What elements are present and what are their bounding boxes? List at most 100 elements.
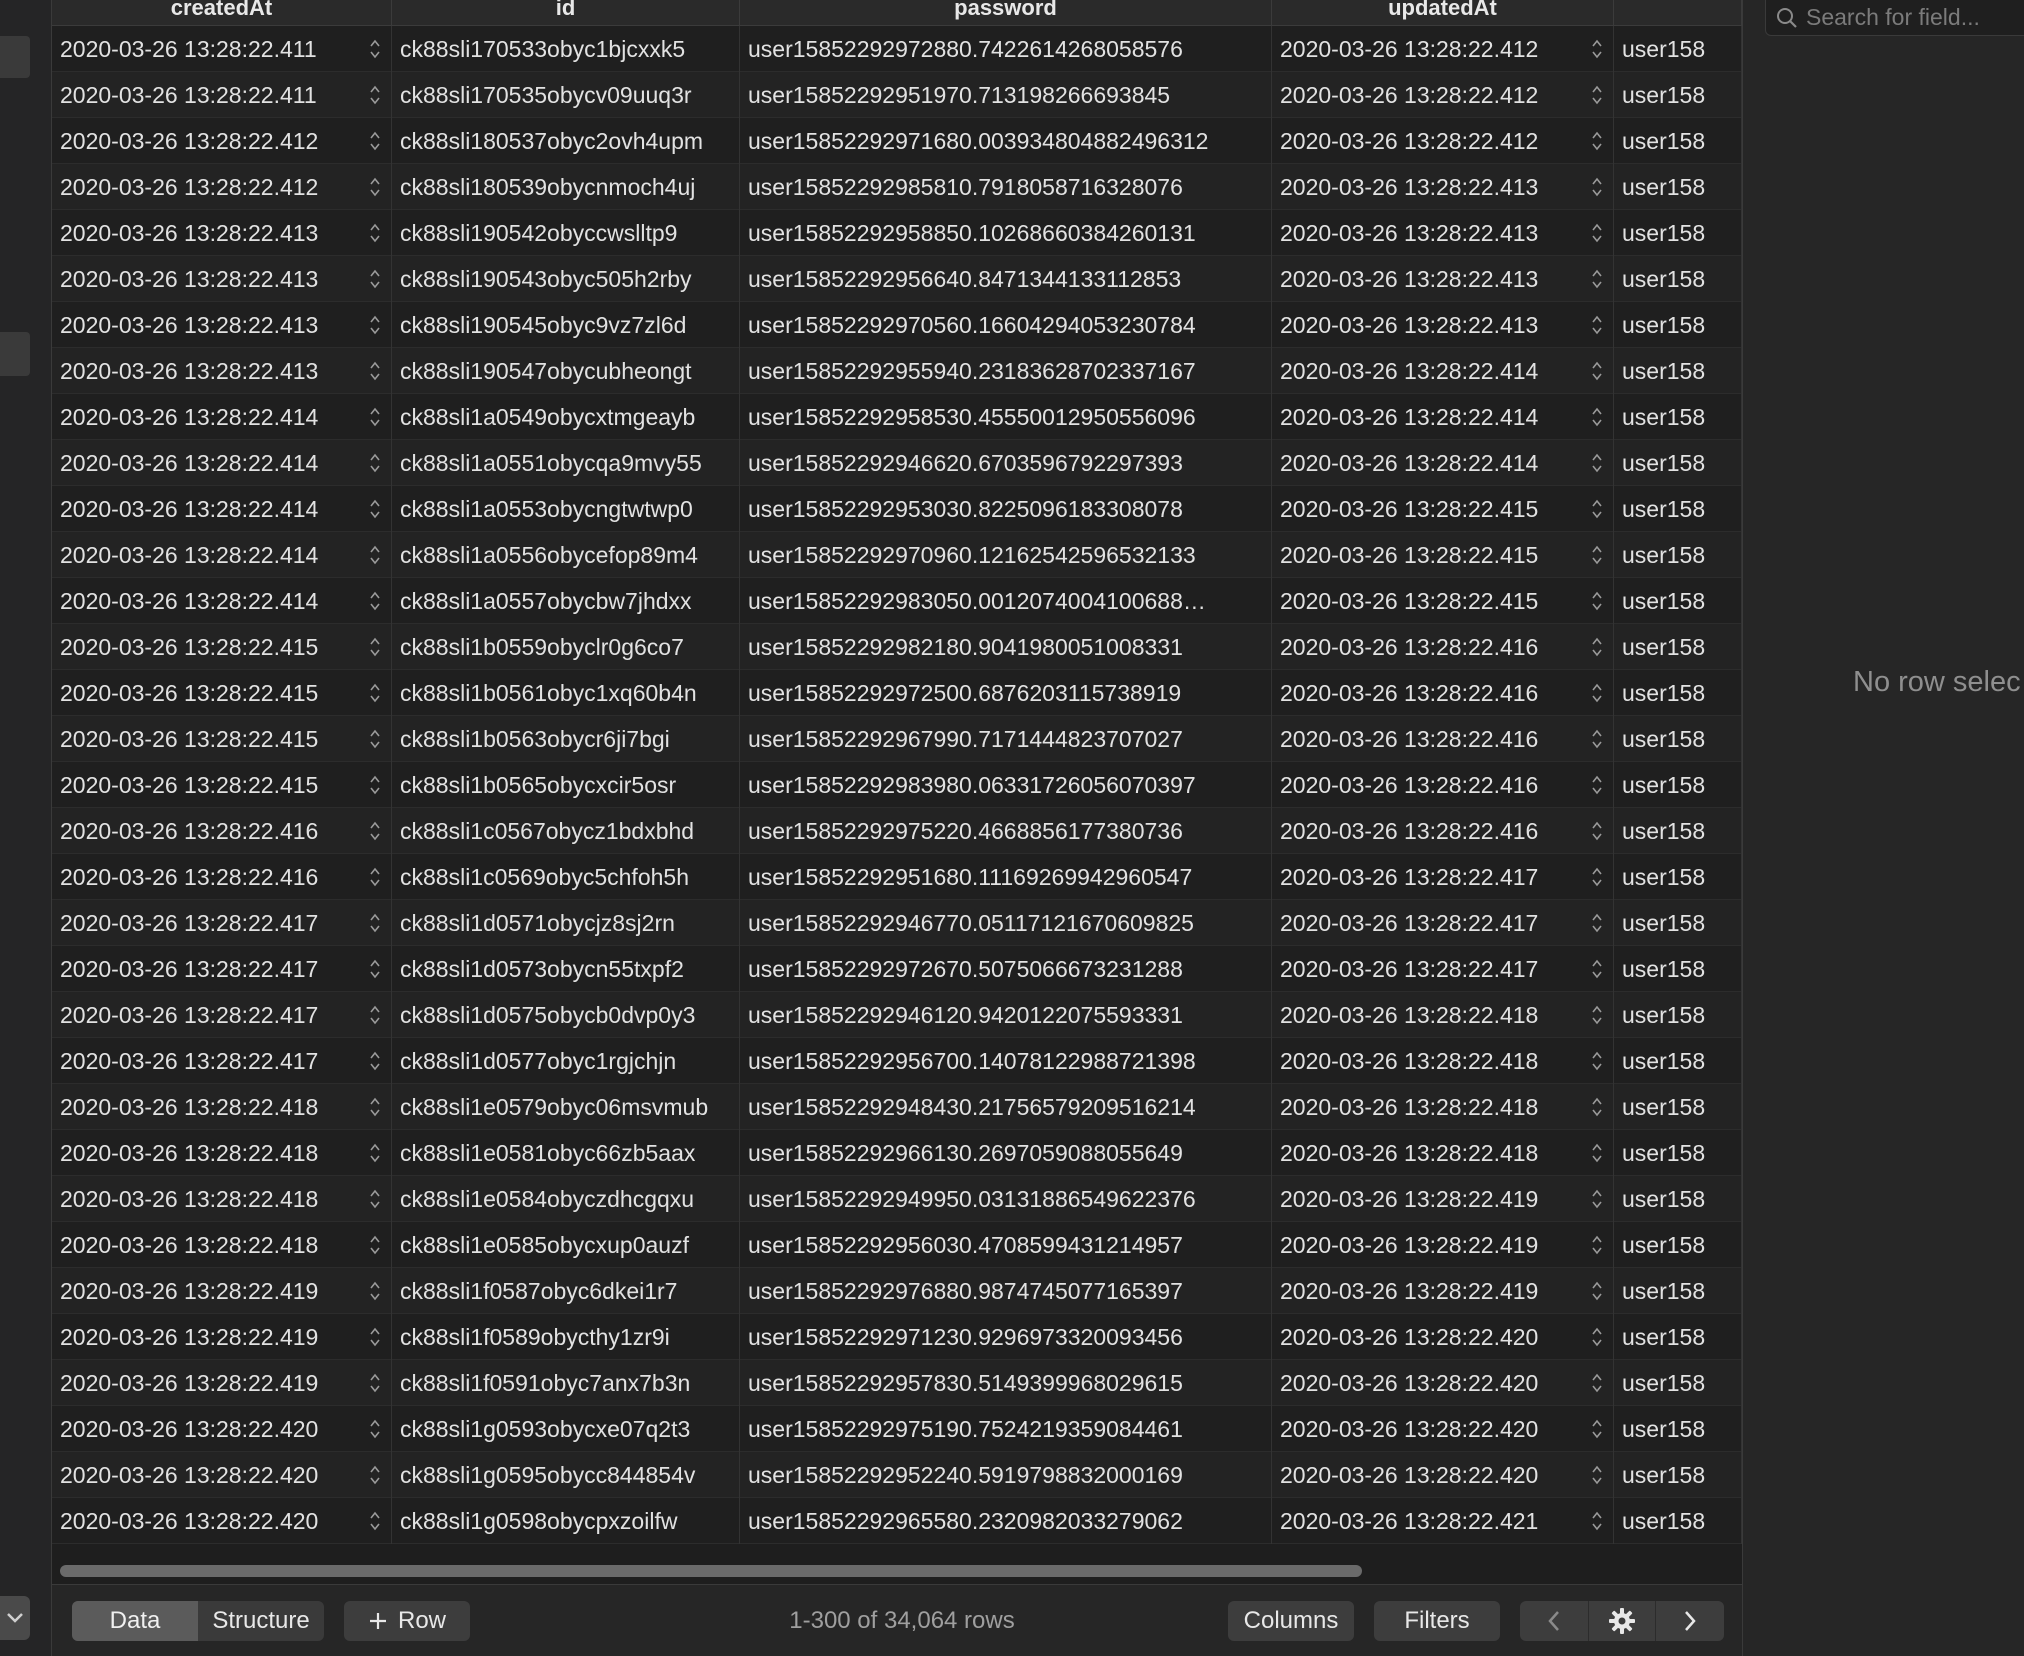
table-row[interactable]: 2020-03-26 13:28:22.414 ck88sli1a0553obyc… <box>52 486 1742 532</box>
cell-createdAt[interactable]: 2020-03-26 13:28:22.413 <box>52 256 392 302</box>
cell-username[interactable]: user158 <box>1614 532 1742 578</box>
cell-updatedAt[interactable]: 2020-03-26 13:28:22.416 <box>1272 808 1614 854</box>
cell-createdAt[interactable]: 2020-03-26 13:28:22.414 <box>52 532 392 578</box>
cell-password[interactable]: user15852292951970.713198266693845 <box>740 72 1272 118</box>
cell-id[interactable]: ck88sli180537obyc2ovh4upm <box>392 118 740 164</box>
cell-createdAt[interactable]: 2020-03-26 13:28:22.414 <box>52 394 392 440</box>
datetime-stepper-icon[interactable] <box>1590 82 1604 108</box>
cell-id[interactable]: ck88sli1f0587obyc6dkei1r7 <box>392 1268 740 1314</box>
tab-data[interactable]: Data <box>72 1601 198 1641</box>
datetime-stepper-icon[interactable] <box>1590 358 1604 384</box>
cell-username[interactable]: user158 <box>1614 1084 1742 1130</box>
table-row[interactable]: 2020-03-26 13:28:22.413 ck88sli190545obyc… <box>52 302 1742 348</box>
datetime-stepper-icon[interactable] <box>368 266 382 292</box>
table-row[interactable]: 2020-03-26 13:28:22.417 ck88sli1d0573obyc… <box>52 946 1742 992</box>
cell-updatedAt[interactable]: 2020-03-26 13:28:22.418 <box>1272 1084 1614 1130</box>
cell-id[interactable]: ck88sli1a0556obycefop89m4 <box>392 532 740 578</box>
cell-password[interactable]: user15852292956700.14078122988721398 <box>740 1038 1272 1084</box>
cell-createdAt[interactable]: 2020-03-26 13:28:22.419 <box>52 1360 392 1406</box>
cell-username[interactable]: user158 <box>1614 1176 1742 1222</box>
datetime-stepper-icon[interactable] <box>1590 818 1604 844</box>
table-row[interactable]: 2020-03-26 13:28:22.420 ck88sli1g0593obyc… <box>52 1406 1742 1452</box>
cell-updatedAt[interactable]: 2020-03-26 13:28:22.415 <box>1272 578 1614 624</box>
cell-password[interactable]: user15852292946120.9420122075593331 <box>740 992 1272 1038</box>
cell-updatedAt[interactable]: 2020-03-26 13:28:22.420 <box>1272 1314 1614 1360</box>
cell-updatedAt[interactable]: 2020-03-26 13:28:22.414 <box>1272 440 1614 486</box>
cell-createdAt[interactable]: 2020-03-26 13:28:22.418 <box>52 1176 392 1222</box>
table-row[interactable]: 2020-03-26 13:28:22.420 ck88sli1g0595obyc… <box>52 1452 1742 1498</box>
cell-createdAt[interactable]: 2020-03-26 13:28:22.420 <box>52 1498 392 1544</box>
datetime-stepper-icon[interactable] <box>1590 1508 1604 1534</box>
cell-createdAt[interactable]: 2020-03-26 13:28:22.412 <box>52 118 392 164</box>
columns-button[interactable]: Columns <box>1228 1601 1354 1641</box>
cell-updatedAt[interactable]: 2020-03-26 13:28:22.418 <box>1272 1130 1614 1176</box>
datetime-stepper-icon[interactable] <box>1590 772 1604 798</box>
cell-id[interactable]: ck88sli1a0553obycngtwtwp0 <box>392 486 740 532</box>
table-row[interactable]: 2020-03-26 13:28:22.411 ck88sli170533obyc… <box>52 26 1742 72</box>
cell-createdAt[interactable]: 2020-03-26 13:28:22.420 <box>52 1406 392 1452</box>
table-row[interactable]: 2020-03-26 13:28:22.419 ck88sli1f0587obyc… <box>52 1268 1742 1314</box>
horizontal-scrollbar[interactable] <box>60 1565 1362 1577</box>
cell-id[interactable]: ck88sli190547obycubheongt <box>392 348 740 394</box>
datetime-stepper-icon[interactable] <box>1590 220 1604 246</box>
cell-username[interactable]: user158 <box>1614 670 1742 716</box>
datetime-stepper-icon[interactable] <box>1590 450 1604 476</box>
datetime-stepper-icon[interactable] <box>368 1002 382 1028</box>
next-page-button[interactable] <box>1656 1601 1724 1641</box>
table-row[interactable]: 2020-03-26 13:28:22.413 ck88sli190542obyc… <box>52 210 1742 256</box>
cell-id[interactable]: ck88sli1e0584obyczdhcgqxu <box>392 1176 740 1222</box>
cell-username[interactable]: user158 <box>1614 348 1742 394</box>
table-row[interactable]: 2020-03-26 13:28:22.419 ck88sli1f0589obyc… <box>52 1314 1742 1360</box>
datetime-stepper-icon[interactable] <box>368 956 382 982</box>
cell-password[interactable]: user15852292956640.8471344133112853 <box>740 256 1272 302</box>
cell-createdAt[interactable]: 2020-03-26 13:28:22.418 <box>52 1130 392 1176</box>
cell-username[interactable]: user158 <box>1614 164 1742 210</box>
cell-id[interactable]: ck88sli1d0573obycn55txpf2 <box>392 946 740 992</box>
column-header-createdAt[interactable]: createdAt <box>52 0 392 26</box>
cell-createdAt[interactable]: 2020-03-26 13:28:22.417 <box>52 992 392 1038</box>
prev-page-button[interactable] <box>1520 1601 1588 1641</box>
cell-updatedAt[interactable]: 2020-03-26 13:28:22.416 <box>1272 762 1614 808</box>
cell-createdAt[interactable]: 2020-03-26 13:28:22.417 <box>52 900 392 946</box>
datetime-stepper-icon[interactable] <box>1590 1048 1604 1074</box>
cell-id[interactable]: ck88sli1b0561obyc1xq60b4n <box>392 670 740 716</box>
cell-username[interactable]: user158 <box>1614 440 1742 486</box>
cell-createdAt[interactable]: 2020-03-26 13:28:22.412 <box>52 164 392 210</box>
cell-username[interactable]: user158 <box>1614 1452 1742 1498</box>
datetime-stepper-icon[interactable] <box>368 1232 382 1258</box>
cell-username[interactable]: user158 <box>1614 1222 1742 1268</box>
cell-password[interactable]: user15852292946770.05117121670609825 <box>740 900 1272 946</box>
cell-updatedAt[interactable]: 2020-03-26 13:28:22.419 <box>1272 1222 1614 1268</box>
cell-updatedAt[interactable]: 2020-03-26 13:28:22.416 <box>1272 624 1614 670</box>
datetime-stepper-icon[interactable] <box>1590 404 1604 430</box>
cell-password[interactable]: user15852292985810.7918058716328076 <box>740 164 1272 210</box>
cell-username[interactable]: user158 <box>1614 854 1742 900</box>
cell-id[interactable]: ck88sli1b0565obycxcir5osr <box>392 762 740 808</box>
cell-id[interactable]: ck88sli1e0585obycxup0auzf <box>392 1222 740 1268</box>
cell-updatedAt[interactable]: 2020-03-26 13:28:22.415 <box>1272 532 1614 578</box>
cell-password[interactable]: user15852292970960.12162542596532133 <box>740 532 1272 578</box>
cell-updatedAt[interactable]: 2020-03-26 13:28:22.417 <box>1272 946 1614 992</box>
datetime-stepper-icon[interactable] <box>368 358 382 384</box>
datetime-stepper-icon[interactable] <box>368 312 382 338</box>
cell-updatedAt[interactable]: 2020-03-26 13:28:22.412 <box>1272 72 1614 118</box>
column-header-updatedAt[interactable]: updatedAt <box>1272 0 1614 26</box>
cell-password[interactable]: user15852292983980.06331726056070397 <box>740 762 1272 808</box>
cell-username[interactable]: user158 <box>1614 256 1742 302</box>
datetime-stepper-icon[interactable] <box>368 1278 382 1304</box>
cell-password[interactable]: user15852292971230.9296973320093456 <box>740 1314 1272 1360</box>
datetime-stepper-icon[interactable] <box>368 1186 382 1212</box>
cell-id[interactable]: ck88sli190542obyccwslltp9 <box>392 210 740 256</box>
cell-username[interactable]: user158 <box>1614 302 1742 348</box>
cell-id[interactable]: ck88sli1d0577obyc1rgjchjn <box>392 1038 740 1084</box>
cell-createdAt[interactable]: 2020-03-26 13:28:22.420 <box>52 1452 392 1498</box>
table-row[interactable]: 2020-03-26 13:28:22.418 ck88sli1e0584obyc… <box>52 1176 1742 1222</box>
table-row[interactable]: 2020-03-26 13:28:22.412 ck88sli180537obyc… <box>52 118 1742 164</box>
cell-username[interactable]: user158 <box>1614 1268 1742 1314</box>
cell-updatedAt[interactable]: 2020-03-26 13:28:22.420 <box>1272 1452 1614 1498</box>
cell-username[interactable]: user158 <box>1614 1130 1742 1176</box>
field-search-input[interactable] <box>1806 4 2016 31</box>
cell-id[interactable]: ck88sli190545obyc9vz7zl6d <box>392 302 740 348</box>
cell-password[interactable]: user15852292972500.6876203115738919 <box>740 670 1272 716</box>
cell-username[interactable]: user158 <box>1614 1360 1742 1406</box>
